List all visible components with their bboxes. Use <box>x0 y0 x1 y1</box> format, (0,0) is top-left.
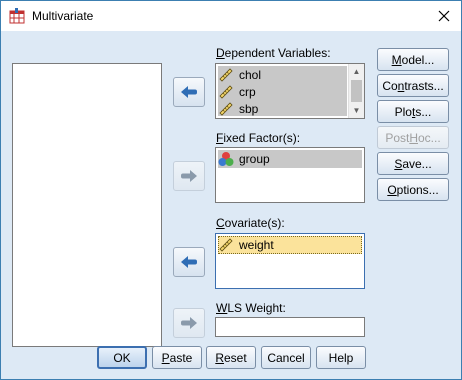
title-bar: Multivariate <box>1 1 461 31</box>
nominal-factor-icon <box>218 152 234 166</box>
arrow-right-icon <box>181 317 197 329</box>
paste-button[interactable]: Paste <box>152 346 202 369</box>
close-button[interactable] <box>427 1 461 31</box>
covariates-label: Covariate(s): <box>216 216 285 230</box>
scale-ruler-icon <box>219 102 233 116</box>
scroll-down-icon[interactable]: ▼ <box>349 103 364 118</box>
covariates-list[interactable]: weight <box>215 233 365 289</box>
move-to-fixed-factor-button[interactable] <box>173 161 205 191</box>
dependent-list-scrollbar[interactable]: ▲ ▼ <box>348 64 364 118</box>
list-item[interactable]: sbp <box>218 100 258 118</box>
post-hoc-button[interactable]: Post Hoc... <box>377 126 449 149</box>
dependent-variables-list[interactable]: chol crp sbp ▲ ▼ <box>215 63 365 119</box>
plots-button[interactable]: Plo t s... <box>377 100 449 123</box>
arrow-right-icon <box>181 170 197 182</box>
ok-button[interactable]: OK <box>97 346 147 369</box>
dependent-variables-label: Dependent Variables: <box>216 46 331 60</box>
wls-weight-field[interactable] <box>215 317 365 337</box>
contrasts-button[interactable]: Co n trasts... <box>377 74 449 97</box>
source-variable-list[interactable] <box>12 63 162 347</box>
close-icon <box>438 10 450 22</box>
move-to-covariate-button[interactable] <box>173 247 205 277</box>
list-item[interactable]: group <box>218 150 270 168</box>
model-button[interactable]: Model... <box>377 48 449 71</box>
list-item[interactable]: crp <box>218 83 256 101</box>
scale-ruler-icon <box>219 238 233 252</box>
move-to-wls-weight-button[interactable] <box>173 308 205 338</box>
fixed-factors-label: Fixed Factor(s): <box>216 131 301 145</box>
wls-weight-label: WLS Weight: <box>216 301 286 315</box>
scale-ruler-icon <box>219 85 233 99</box>
scale-ruler-icon <box>219 68 233 82</box>
cancel-button[interactable]: Cancel <box>261 346 311 369</box>
window-title: Multivariate <box>32 9 94 23</box>
scroll-up-icon[interactable]: ▲ <box>349 64 364 79</box>
spss-app-icon <box>9 8 25 24</box>
reset-button[interactable]: Reset <box>206 346 256 369</box>
options-button[interactable]: Options... <box>377 178 449 201</box>
help-button[interactable]: Help <box>316 346 366 369</box>
save-button[interactable]: Save... <box>377 152 449 175</box>
list-item[interactable]: chol <box>218 66 261 84</box>
arrow-left-icon <box>181 256 197 268</box>
scroll-thumb[interactable] <box>351 80 362 102</box>
multivariate-dialog: Multivariate Dependent Variables: chol c… <box>0 0 462 380</box>
list-item[interactable]: weight <box>218 236 274 254</box>
arrow-left-icon <box>181 86 197 98</box>
move-to-dependent-button[interactable] <box>173 77 205 107</box>
fixed-factors-list[interactable]: group <box>215 147 365 203</box>
